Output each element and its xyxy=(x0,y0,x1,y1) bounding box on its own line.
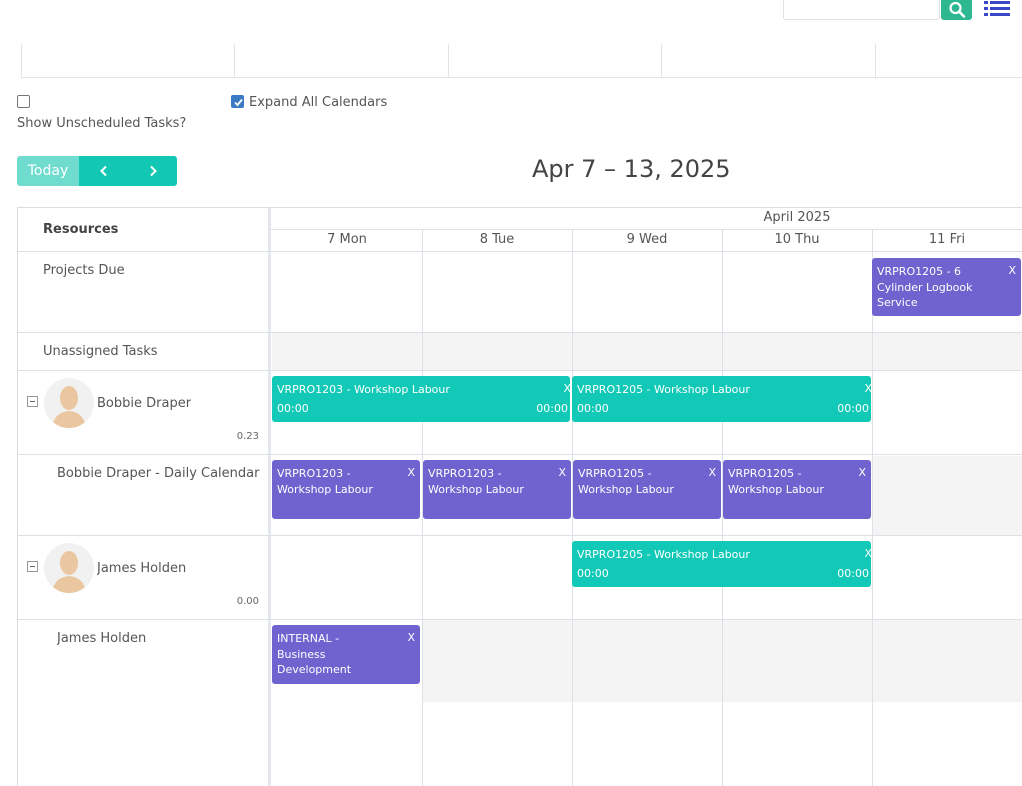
today-button[interactable]: Today xyxy=(17,156,79,186)
event-close-button[interactable]: X xyxy=(864,546,871,562)
row-label-projects-due: Projects Due xyxy=(43,263,125,278)
utilization-value: 0.23 xyxy=(236,431,259,442)
row-label-unassigned: Unassigned Tasks xyxy=(43,344,158,359)
row-label-bobbie-daily: Bobbie Draper - Daily Calendar xyxy=(57,466,260,481)
day-header-thu[interactable]: 10 Thu xyxy=(722,232,872,247)
daily-row-shade xyxy=(872,456,1022,536)
event-title: VRPRO1203 - Workshop Labour xyxy=(428,467,524,496)
event-close-button[interactable]: X xyxy=(864,381,871,397)
prev-button[interactable] xyxy=(79,156,128,186)
search-button[interactable] xyxy=(941,0,972,20)
filter-cell[interactable] xyxy=(234,44,448,78)
person-icon xyxy=(52,551,86,593)
event-start-time: 00:00 xyxy=(577,401,609,415)
event-close-button[interactable]: X xyxy=(708,465,716,481)
event-card[interactable]: VRPRO1203 - Workshop Labour X xyxy=(272,460,420,519)
event-title: VRPRO1203 - Workshop Labour xyxy=(277,383,450,396)
filter-strip xyxy=(0,44,1022,80)
event-end-time: 00:00 xyxy=(837,401,869,415)
event-close-button[interactable]: X xyxy=(407,465,415,481)
search-icon xyxy=(948,1,965,18)
event-title: VRPRO1205 - Workshop Labour xyxy=(728,467,824,496)
list-view-button[interactable] xyxy=(984,0,1010,18)
event-end-time: 00:00 xyxy=(536,401,568,415)
filter-cell[interactable] xyxy=(661,44,875,78)
filter-cell[interactable] xyxy=(448,44,661,78)
event-card[interactable]: VRPRO1205 - Workshop Labour X 00:00 00:0… xyxy=(572,541,871,587)
event-title: VRPRO1205 - Workshop Labour xyxy=(578,467,674,496)
event-title: VRPRO1205 - 6 Cylinder Logbook Service xyxy=(877,265,973,309)
resources-header: Resources xyxy=(43,222,119,237)
event-close-button[interactable]: X xyxy=(858,465,866,481)
event-card[interactable]: VRPRO1205 - Workshop Labour X 00:00 00:0… xyxy=(572,376,871,422)
event-close-button[interactable]: X xyxy=(1008,263,1016,279)
event-close-button[interactable]: X xyxy=(563,381,570,397)
expand-all-label: Expand All Calendars xyxy=(249,95,388,110)
top-bar xyxy=(0,0,1022,44)
checkmark-icon xyxy=(234,98,243,107)
next-button[interactable] xyxy=(128,156,177,186)
event-close-button[interactable]: X xyxy=(407,630,415,646)
collapse-icon[interactable] xyxy=(27,561,38,572)
event-start-time: 00:00 xyxy=(277,401,309,415)
event-title: INTERNAL - Business Development xyxy=(277,632,352,676)
day-header-fri[interactable]: 11 Fri xyxy=(872,232,1022,247)
event-card[interactable]: VRPRO1205 - 6 Cylinder Logbook Service X xyxy=(872,258,1021,316)
resource-divider[interactable] xyxy=(268,208,271,786)
date-navigation: Today xyxy=(17,156,177,186)
day-header-mon[interactable]: 7 Mon xyxy=(272,232,422,247)
day-header-tue[interactable]: 8 Tue xyxy=(422,232,572,247)
event-card[interactable]: VRPRO1203 - Workshop Labour X xyxy=(423,460,571,519)
person-icon xyxy=(52,386,86,428)
row-label-james-calendar: James Holden xyxy=(57,631,147,646)
chevron-right-icon xyxy=(149,165,157,177)
expand-all-checkbox[interactable] xyxy=(231,95,244,108)
filter-cell[interactable] xyxy=(21,44,234,78)
utilization-value: 0.00 xyxy=(236,596,259,607)
event-title: VRPRO1205 - Workshop Labour xyxy=(577,548,750,561)
event-title: VRPRO1205 - Workshop Labour xyxy=(577,383,750,396)
avatar xyxy=(44,378,94,428)
event-start-time: 00:00 xyxy=(577,566,609,580)
search-input[interactable] xyxy=(783,0,940,20)
avatar xyxy=(44,543,94,593)
chevron-left-icon xyxy=(99,165,107,177)
show-unscheduled-label: Show Unscheduled Tasks? xyxy=(17,116,187,131)
day-header-wed[interactable]: 9 Wed xyxy=(572,232,722,247)
resource-name-james[interactable]: James Holden xyxy=(97,561,186,576)
month-label: April 2025 xyxy=(763,210,831,225)
date-range-title: Apr 7 – 13, 2025 xyxy=(532,155,731,183)
event-title: VRPRO1203 - Workshop Labour xyxy=(277,467,373,496)
collapse-icon[interactable] xyxy=(27,396,38,407)
event-card[interactable]: INTERNAL - Business Development X xyxy=(272,625,420,684)
event-card[interactable]: VRPRO1205 - Workshop Labour X xyxy=(723,460,871,519)
scheduler-grid: Resources April 2025 7 Mon 8 Tue 9 Wed 1… xyxy=(17,207,1022,786)
month-divider xyxy=(271,229,1022,230)
show-unscheduled-checkbox[interactable] xyxy=(17,95,30,108)
event-card[interactable]: VRPRO1203 - Workshop Labour X 00:00 00:0… xyxy=(272,376,570,422)
event-card[interactable]: VRPRO1205 - Workshop Labour X xyxy=(573,460,721,519)
filter-cell[interactable] xyxy=(875,44,1022,78)
list-icon xyxy=(984,1,1010,16)
event-close-button[interactable]: X xyxy=(558,465,566,481)
unassigned-row-shade xyxy=(272,333,1022,371)
event-end-time: 00:00 xyxy=(837,566,869,580)
resource-name-bobbie[interactable]: Bobbie Draper xyxy=(97,396,191,411)
